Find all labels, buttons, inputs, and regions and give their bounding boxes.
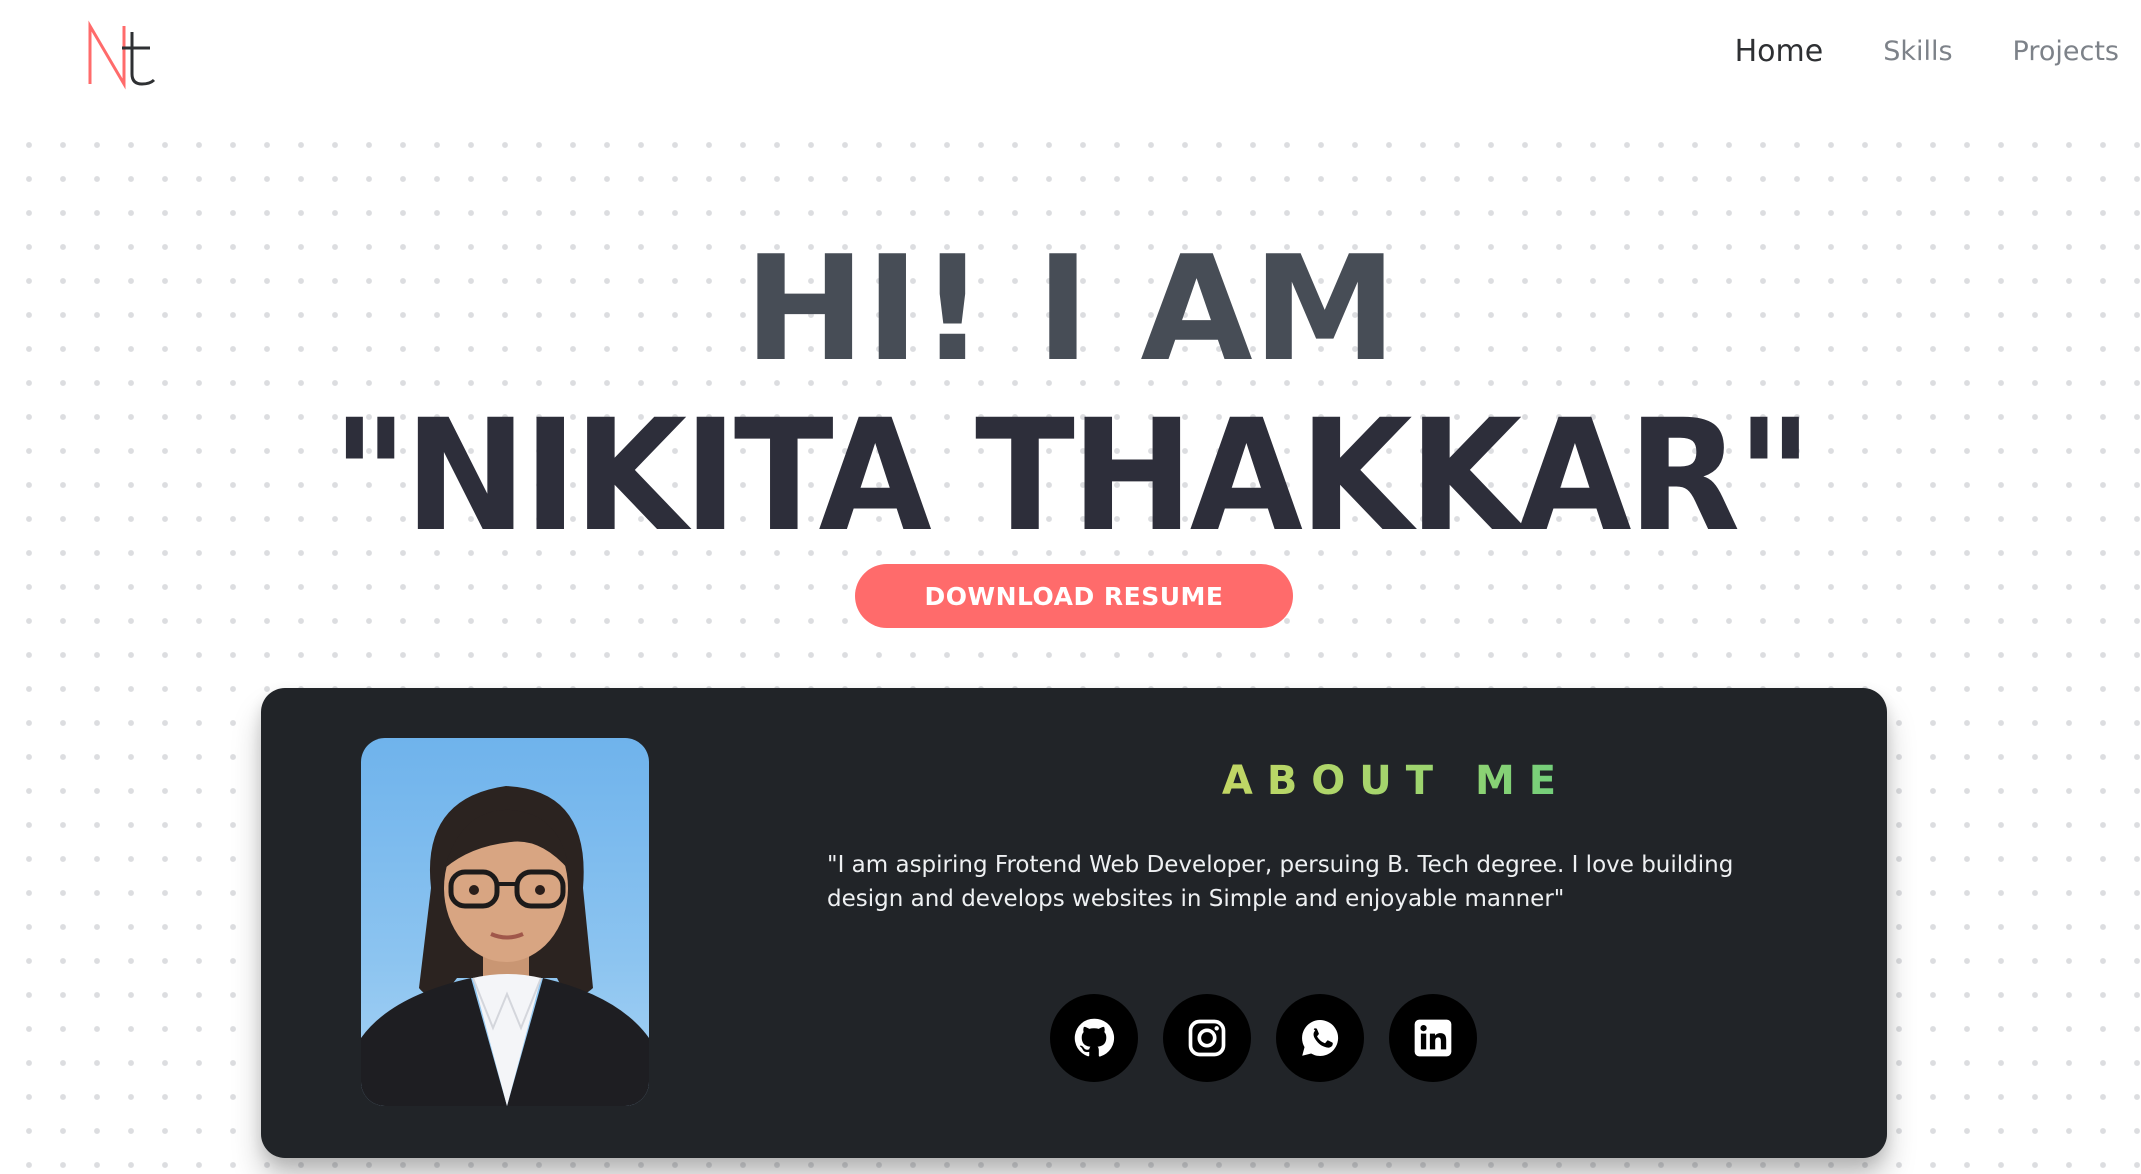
instagram-icon xyxy=(1188,1019,1226,1057)
profile-photo-illustration xyxy=(361,786,649,1106)
nav-link-projects[interactable]: Projects xyxy=(2013,32,2119,72)
github-icon xyxy=(1074,1018,1115,1057)
about-card: ABOUT ME "I am aspiring Frotend Web Deve… xyxy=(261,688,1887,1158)
nav-link-home[interactable]: Home xyxy=(1735,32,1824,72)
social-links xyxy=(1050,994,1477,1082)
instagram-link[interactable] xyxy=(1163,994,1251,1082)
linkedin-icon xyxy=(1414,1019,1452,1057)
about-description: "I am aspiring Frotend Web Developer, pe… xyxy=(827,852,1734,912)
nav-link-skills[interactable]: Skills xyxy=(1883,32,1952,72)
header: Home Skills Projects xyxy=(0,0,2141,118)
whatsapp-icon xyxy=(1302,1020,1339,1056)
hero-greeting: HI! I AM xyxy=(744,225,1397,394)
download-resume-button[interactable]: DOWNLOAD RESUME xyxy=(855,564,1293,628)
linkedin-link[interactable] xyxy=(1389,994,1477,1082)
portfolio-page: Home Skills Projects HI! I AM "NIKITA TH… xyxy=(0,0,2141,1174)
whatsapp-link[interactable] xyxy=(1276,994,1364,1082)
github-link[interactable] xyxy=(1050,994,1138,1082)
nt-monogram-icon xyxy=(88,20,156,90)
nt-logo[interactable] xyxy=(84,18,168,90)
main-nav: Home Skills Projects xyxy=(1735,32,2119,72)
about-title: ABOUT ME xyxy=(1021,758,1771,804)
hero-name: "NIKITA THAKKAR" xyxy=(331,387,1813,566)
profile-photo xyxy=(361,738,649,1106)
